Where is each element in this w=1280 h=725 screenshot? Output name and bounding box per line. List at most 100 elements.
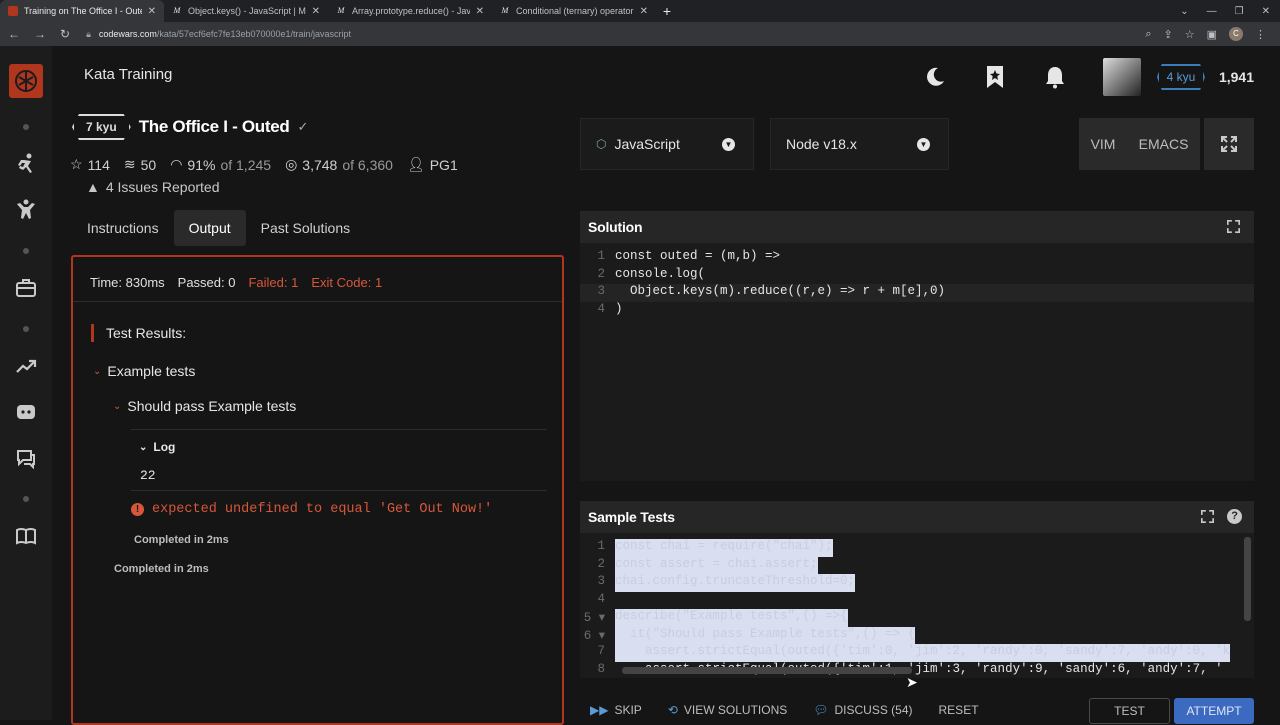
horizontal-scrollbar[interactable] [622, 667, 912, 674]
discuss-label: DISCUSS (54) [834, 703, 913, 717]
attempted-count: of 6,360 [342, 156, 393, 173]
close-tab-icon[interactable]: ✕ [148, 6, 156, 17]
mouse-cursor-icon: ➤ [906, 674, 918, 690]
test-button[interactable]: TEST [1089, 698, 1170, 724]
target-icon: ◎ [285, 156, 298, 172]
address-bar-row: ← → ↻ 🔒︎ codewars.com/kata/57ecf6efc7fe1… [0, 22, 1280, 46]
expand-icon[interactable] [1227, 220, 1240, 236]
author-stat[interactable]: 👤︎ PG1 [407, 156, 458, 173]
skip-button[interactable]: ▶▶ SKIP [590, 703, 642, 717]
tab-instructions[interactable]: Instructions [72, 210, 174, 246]
sidebar-separator [23, 326, 29, 332]
passed-count: Passed: 0 [177, 275, 236, 290]
sample-tests-editor[interactable]: 1 const chai = require("chai"); 2 const as… [580, 539, 1254, 678]
close-window-icon[interactable]: ✕ [1262, 6, 1270, 17]
browser-menu-icon[interactable]: ⋮ [1255, 28, 1266, 41]
new-tab-icon[interactable]: + [656, 0, 678, 22]
expand-icon[interactable] [1201, 510, 1214, 526]
briefcase-icon[interactable] [14, 276, 38, 300]
issues-link[interactable]: ▲ 4 Issues Reported [86, 179, 219, 195]
editor-mode-toggle: VIM EMACS [1079, 118, 1200, 170]
docs-book-icon[interactable] [14, 524, 38, 548]
close-tab-icon[interactable]: ✕ [476, 6, 484, 17]
code-line: 2 console.log( [580, 267, 1254, 285]
codewars-logo-icon[interactable] [9, 64, 43, 98]
mdn-favicon-icon: M [501, 6, 509, 15]
tab-past-solutions[interactable]: Past Solutions [246, 210, 366, 246]
kata-title[interactable]: The Office I - Outed [139, 117, 290, 137]
reload-icon[interactable]: ↻ [60, 27, 70, 41]
browser-tab[interactable]: Training on The Office I - Outed | ✕ [0, 0, 164, 22]
bookmark-icon[interactable] [965, 65, 1025, 89]
log-output: 22 [140, 468, 156, 483]
approved-check-icon: ✓ [297, 119, 309, 134]
vim-mode-button[interactable]: VIM [1091, 136, 1116, 152]
sidebar-separator [23, 124, 29, 130]
satisfaction-value: 91% [187, 156, 216, 173]
star-icon: ☆ [70, 156, 83, 172]
dark-mode-moon-icon[interactable] [905, 66, 965, 88]
test-case-should-pass[interactable]: ⌄ Should pass Example tests [113, 398, 296, 414]
url-field[interactable]: 🔒︎ codewars.com/kata/57ecf6efc7fe13eb070… [86, 25, 1145, 43]
browser-tab[interactable]: M Conditional (ternary) operator - J ✕ [492, 0, 656, 22]
chat-icon[interactable] [14, 446, 38, 470]
training-icon[interactable] [14, 152, 38, 176]
view-solutions-label: VIEW SOLUTIONS [683, 703, 788, 717]
back-icon[interactable]: ← [8, 27, 20, 41]
tab-search-icon[interactable]: ⌄ [1180, 6, 1188, 17]
zoom-icon[interactable]: ⌕ [1145, 28, 1151, 41]
browser-tab[interactable]: M Array.prototype.reduce() - JavaSc ✕ [328, 0, 492, 22]
share-icon[interactable]: ⇪ [1164, 28, 1173, 41]
profile-avatar[interactable]: C [1229, 27, 1243, 41]
chevron-down-icon: ⌄ [139, 441, 148, 453]
restore-icon[interactable]: ❐ [1235, 6, 1244, 17]
help-icon[interactable]: ? [1227, 509, 1242, 524]
runtime-select[interactable]: Node v18.x ▼ [770, 118, 949, 170]
exit-code: Exit Code: 1 [311, 275, 383, 290]
code-text: ) [615, 301, 623, 316]
top-bar: Kata Training 4 kyu 1,941 [52, 46, 1280, 102]
completed-count: 3,748 [302, 156, 338, 173]
codewars-favicon-icon [8, 6, 18, 16]
kata-stats: ☆ 114 ≋ 50 ◠ 91% of 1,245 ◎ 3,748 of 6,360 👤︎ P… [70, 156, 458, 173]
close-tab-icon[interactable]: ✕ [312, 6, 320, 17]
collections-stat[interactable]: ≋ 50 [124, 156, 156, 173]
issues-text: 4 Issues Reported [105, 179, 220, 195]
test-group-example-tests[interactable]: ⌄ Example tests [93, 363, 195, 379]
discord-icon[interactable] [14, 400, 38, 424]
attempt-button[interactable]: ATTEMPT [1174, 698, 1254, 724]
solution-editor[interactable]: 1 const outed = (m,b) => 2 console.log( 3 … [580, 249, 1254, 319]
fullscreen-button[interactable] [1204, 118, 1254, 170]
log-toggle[interactable]: ⌄ Log [139, 440, 175, 454]
language-hex-icon: ⬡ [596, 137, 607, 151]
emacs-mode-button[interactable]: EMACS [1139, 136, 1189, 152]
user-icon: 👤︎ [406, 156, 425, 172]
honor-score: 1,941 [1218, 69, 1254, 85]
solution-title: Solution [588, 219, 643, 235]
minimize-icon[interactable]: — [1207, 6, 1217, 17]
forward-icon[interactable]: → [34, 27, 46, 41]
satisfaction-votes: of 1,245 [220, 156, 272, 173]
reset-button[interactable]: RESET [939, 703, 979, 717]
vertical-scrollbar[interactable] [1244, 537, 1251, 621]
user-avatar[interactable] [1102, 58, 1141, 96]
bookmark-star-icon[interactable]: ☆ [1185, 28, 1195, 41]
practice-icon[interactable] [14, 198, 38, 222]
tab-title: Array.prototype.reduce() - JavaSc [352, 6, 470, 16]
sidebar [0, 46, 52, 720]
browser-tab[interactable]: M Object.keys() - JavaScript | MDN ✕ [164, 0, 328, 22]
side-panel-icon[interactable]: ▣ [1207, 28, 1217, 41]
code-line: 4) [580, 302, 1254, 320]
view-solutions-button[interactable]: ⟲ VIEW SOLUTIONS [668, 703, 787, 717]
notifications-bell-icon[interactable] [1025, 65, 1085, 89]
code-line: 1 const chai = require("chai"); [580, 539, 1254, 557]
trending-icon[interactable] [14, 354, 38, 378]
code-text: const chai = require("chai"); [615, 539, 833, 557]
stars-stat[interactable]: ☆ 114 [70, 156, 110, 173]
expand-icon [1221, 136, 1237, 152]
close-tab-icon[interactable]: ✕ [640, 6, 648, 17]
code-text: describe("Example tests",() =>{ [615, 609, 848, 627]
tab-output[interactable]: Output [173, 210, 246, 246]
language-select[interactable]: ⬡ JavaScript ▼ [580, 118, 754, 170]
discuss-button[interactable]: 💬︎ DISCUSS (54) [813, 703, 912, 717]
